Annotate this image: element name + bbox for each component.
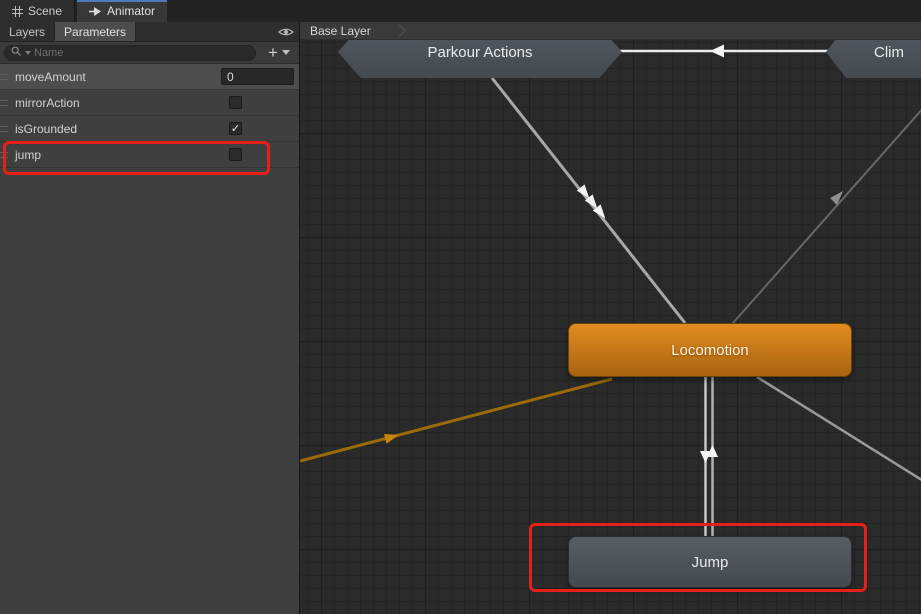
- parameter-value-field[interactable]: [221, 68, 294, 85]
- transition-arrowhead-icon: [384, 434, 399, 444]
- search-field[interactable]: [4, 44, 256, 62]
- transition-edges: [300, 44, 921, 536]
- transition-locomotion-to-offscreen[interactable]: [756, 375, 921, 482]
- unity-animator-window: Scene Animator Layers Parameters Name + …: [0, 0, 921, 614]
- parameter-name: jump: [15, 147, 42, 162]
- drag-handle-icon[interactable]: [0, 151, 8, 158]
- add-parameter-button[interactable]: +: [268, 44, 278, 61]
- tab-scene-label: Scene: [28, 4, 63, 18]
- node-locomotion[interactable]: Locomotion: [568, 323, 852, 377]
- search-filter-caret-icon[interactable]: [25, 50, 31, 55]
- parameter-name: mirrorAction: [15, 95, 80, 110]
- transition-arrowhead-icon: [710, 44, 724, 58]
- node-jump[interactable]: Jump: [568, 536, 852, 588]
- animator-side-panel: Layers Parameters + moveAmount: [0, 22, 300, 614]
- tab-animator-label: Animator: [107, 4, 156, 18]
- parameter-row-moveAmount[interactable]: moveAmount: [0, 64, 299, 90]
- tab-layers[interactable]: Layers: [0, 22, 56, 41]
- parameter-list: moveAmount mirrorAction isGrounded ✓ jum…: [0, 64, 299, 168]
- drag-handle-icon[interactable]: [0, 125, 8, 132]
- eye-icon[interactable]: [277, 26, 295, 41]
- tab-animator[interactable]: Animator: [77, 0, 168, 22]
- search-input[interactable]: [34, 46, 249, 59]
- search-icon: [11, 44, 22, 62]
- parameter-checkbox-unchecked[interactable]: [229, 148, 242, 161]
- add-parameter-caret-icon[interactable]: [281, 50, 290, 55]
- node-label: Locomotion: [671, 341, 749, 359]
- node-label: Parkour Actions: [427, 43, 533, 61]
- tab-scene[interactable]: Scene: [0, 0, 76, 22]
- drag-handle-icon[interactable]: [0, 73, 8, 80]
- parameter-row-jump[interactable]: jump: [0, 142, 299, 168]
- parameter-name: moveAmount: [15, 69, 86, 84]
- side-panel-tabs: Layers Parameters: [0, 22, 299, 42]
- breadcrumb-base-layer[interactable]: Base Layer: [300, 24, 381, 38]
- transition-locomotion-to-climbing[interactable]: [732, 80, 921, 324]
- drag-handle-icon[interactable]: [0, 99, 8, 106]
- parameter-checkbox-checked[interactable]: ✓: [229, 122, 242, 135]
- node-label: Jump: [691, 553, 729, 571]
- tab-parameters[interactable]: Parameters: [55, 22, 137, 41]
- breadcrumb: Base Layer: [300, 22, 921, 40]
- animator-graph-canvas[interactable]: Parkour Actions Clim Locomotion Jump Bas…: [300, 22, 921, 614]
- parameter-search-row: +: [0, 42, 299, 64]
- parameter-row-mirrorAction[interactable]: mirrorAction: [0, 90, 299, 116]
- parameter-row-isGrounded[interactable]: isGrounded ✓: [0, 116, 299, 142]
- transition-entry-to-locomotion[interactable]: [300, 377, 613, 463]
- scene-grid-icon: [12, 5, 23, 17]
- parameter-checkbox-unchecked[interactable]: [229, 96, 242, 109]
- transition-arrowhead-icon: [830, 191, 843, 205]
- animator-icon: [89, 6, 102, 17]
- window-tab-bar: Scene Animator: [0, 0, 921, 22]
- parameter-name: isGrounded: [15, 121, 78, 136]
- node-label: Clim: [874, 43, 904, 61]
- chevron-right-icon: [392, 24, 406, 37]
